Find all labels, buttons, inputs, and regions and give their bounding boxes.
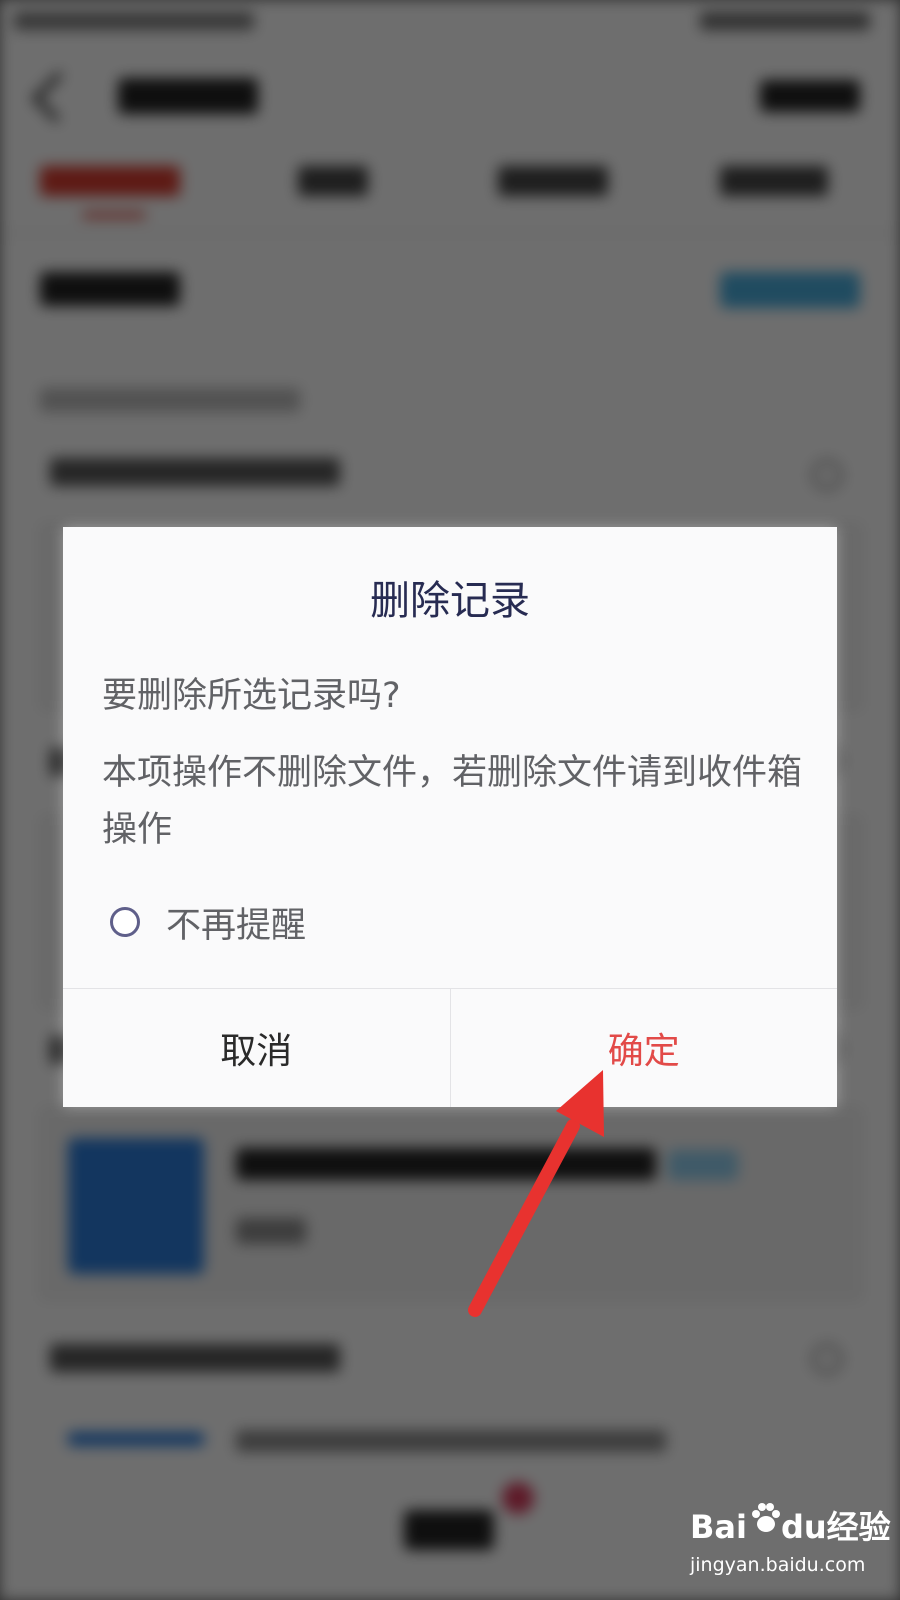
radio-icon[interactable] [110,907,140,937]
cancel-button[interactable]: 取消 [63,989,451,1107]
delete-record-dialog: 删除记录 要删除所选记录吗? 本项操作不删除文件，若删除文件请到收件箱操作 不再… [63,527,837,1107]
dialog-question: 要删除所选记录吗? [102,676,401,716]
paw-icon [752,1503,780,1532]
dialog-note: 本项操作不删除文件，若删除文件请到收件箱操作 [102,753,803,850]
watermark-url: jingyan.baidu.com [690,1554,866,1576]
dialog-button-row: 取消 确定 [63,988,837,1107]
dont-remind-label: 不再提醒 [166,905,307,946]
confirm-button[interactable]: 确定 [451,989,838,1107]
dont-remind-option[interactable]: 不再提醒 [110,897,306,947]
watermark-brand: Bai du经验 [690,1508,891,1546]
baidu-jingyan-watermark: Bai du经验 jingyan.baidu.com [690,1500,891,1590]
dialog-title: 删除记录 [370,578,530,624]
